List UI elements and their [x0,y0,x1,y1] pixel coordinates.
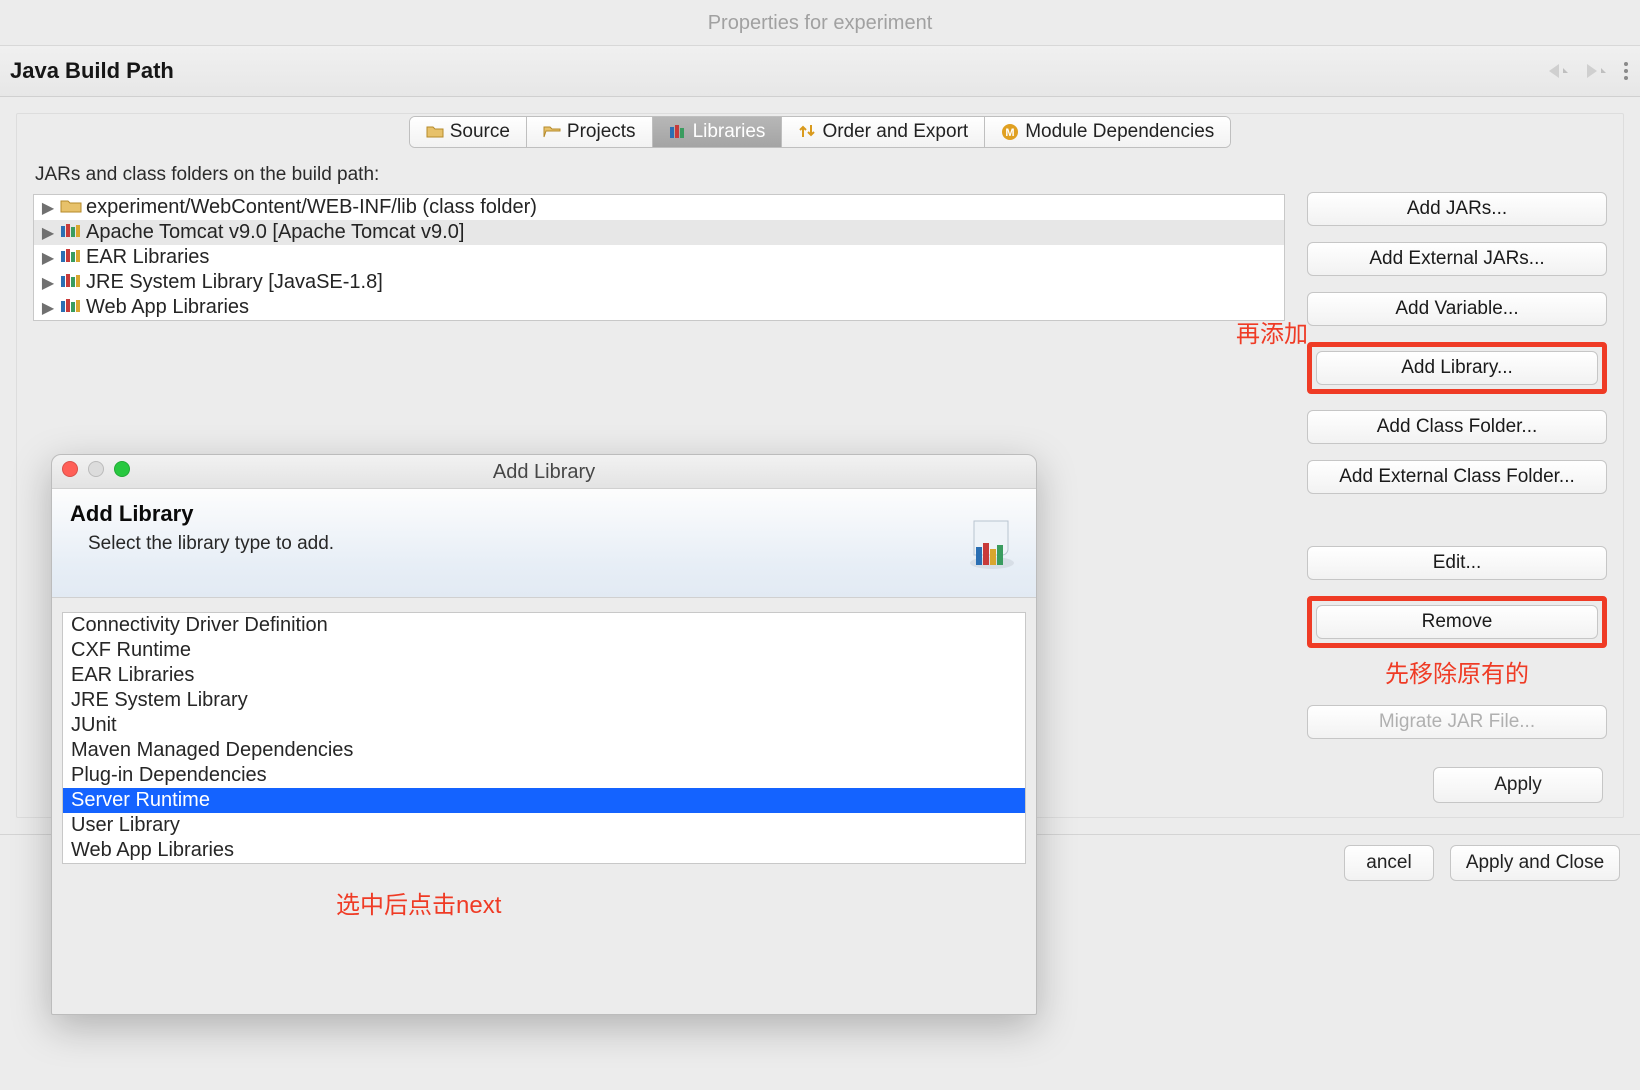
list-item[interactable]: Web App Libraries [63,838,1025,863]
annotation-select-next: 选中后点击next [336,885,501,920]
tree-row-label: EAR Libraries [86,246,209,269]
tab-label: Module Dependencies [1025,121,1214,143]
migrate-jar-button: Migrate JAR File... [1307,705,1607,739]
svg-text:M: M [1006,127,1015,139]
books-icon [669,123,687,141]
build-path-caption: JARs and class folders on the build path… [33,164,1285,186]
list-item[interactable]: JRE System Library [63,688,1025,713]
add-jars-button[interactable]: Add JARs... [1307,192,1607,226]
library-books-icon [60,271,82,294]
tree-row-label: Web App Libraries [86,296,249,319]
tab-label: Projects [567,121,636,143]
window-title: Properties for experiment [0,0,1640,46]
library-books-icon [60,246,82,269]
menu-dots-icon[interactable] [1622,60,1630,82]
sort-arrows-icon [798,123,816,141]
library-books-icon [60,221,82,244]
forward-icon[interactable] [1584,61,1610,81]
tree-row-label: experiment/WebContent/WEB-INF/lib (class… [86,196,537,219]
dialog-heading: Add Library [70,501,334,527]
back-icon[interactable] [1546,61,1572,81]
section-header: Java Build Path [0,46,1640,97]
tabs: Source Projects Libraries Order and Expo… [409,116,1232,148]
right-column: Add JARs... Add External JARs... Add Var… [1307,164,1607,739]
class-folder-icon [60,196,82,219]
tab-module-deps[interactable]: M Module Dependencies [985,117,1230,147]
tree-row[interactable]: ▶ experiment/WebContent/WEB-INF/lib (clas… [34,195,1284,220]
add-class-folder-button[interactable]: Add Class Folder... [1307,410,1607,444]
list-item[interactable]: CXF Runtime [63,638,1025,663]
library-illustration-icon [930,501,1018,573]
main-panel: Source Projects Libraries Order and Expo… [16,113,1624,818]
tab-label: Libraries [693,121,766,143]
dialog-title-text: Add Library [493,461,595,483]
close-icon[interactable] [62,461,78,477]
list-item[interactable]: Plug-in Dependencies [63,763,1025,788]
dialog-header: Add Library Select the library type to a… [52,489,1036,598]
tab-label: Order and Export [822,121,968,143]
disclosure-triangle-icon[interactable]: ▶ [40,248,56,268]
add-external-jars-button[interactable]: Add External JARs... [1307,242,1607,276]
add-library-highlight: Add Library... [1307,342,1607,394]
window-controls [62,461,130,477]
apply-and-close-button[interactable]: Apply and Close [1450,845,1620,881]
add-library-dialog: Add Library Add Library Select the libra… [51,454,1037,1015]
list-item[interactable]: User Library [63,813,1025,838]
tab-source[interactable]: Source [410,117,527,147]
module-icon: M [1001,123,1019,141]
tree-row[interactable]: ▶ EAR Libraries [34,245,1284,270]
list-item[interactable]: JUnit [63,713,1025,738]
remove-button[interactable]: Remove [1316,605,1598,639]
folder-open-icon [543,123,561,141]
annotation-remove-first: 先移除原有的 [1307,654,1607,689]
disclosure-triangle-icon[interactable]: ▶ [40,298,56,318]
library-tree[interactable]: ▶ experiment/WebContent/WEB-INF/lib (clas… [33,194,1285,321]
edit-button[interactable]: Edit... [1307,546,1607,580]
list-item[interactable]: EAR Libraries [63,663,1025,688]
tab-label: Source [450,121,510,143]
add-variable-button[interactable]: Add Variable... [1307,292,1607,326]
zoom-icon[interactable] [114,461,130,477]
add-library-button[interactable]: Add Library... [1316,351,1598,385]
tree-row[interactable]: ▶ JRE System Library [JavaSE-1.8] [34,270,1284,295]
remove-group: Remove 先移除原有的 [1307,596,1607,689]
disclosure-triangle-icon[interactable]: ▶ [40,198,56,218]
disclosure-triangle-icon[interactable]: ▶ [40,223,56,243]
annotation-add-again: 再添加 [1236,314,1308,349]
tree-row-label: Apache Tomcat v9.0 [Apache Tomcat v9.0] [86,221,464,244]
library-type-list[interactable]: Connectivity Driver DefinitionCXF Runtim… [62,612,1026,864]
list-item[interactable]: Connectivity Driver Definition [63,613,1025,638]
tab-projects[interactable]: Projects [527,117,653,147]
remove-highlight: Remove [1307,596,1607,648]
tree-row[interactable]: ▶ Web App Libraries [34,295,1284,320]
dialog-titlebar[interactable]: Add Library [52,455,1036,489]
tab-libraries[interactable]: Libraries [653,117,783,147]
add-external-class-folder-button[interactable]: Add External Class Folder... [1307,460,1607,494]
folder-icon [426,123,444,141]
disclosure-triangle-icon[interactable]: ▶ [40,273,56,293]
minimize-icon [88,461,104,477]
tabs-row: Source Projects Libraries Order and Expo… [17,114,1623,148]
apply-button[interactable]: Apply [1433,767,1603,803]
tree-row-label: JRE System Library [JavaSE-1.8] [86,271,383,294]
tree-row[interactable]: ▶ Apache Tomcat v9.0 [Apache Tomcat v9.0] [34,220,1284,245]
cancel-button[interactable]: ancel [1344,845,1434,881]
list-item[interactable]: Server Runtime [63,788,1025,813]
tab-order-export[interactable]: Order and Export [782,117,985,147]
library-books-icon [60,296,82,319]
dialog-subheading: Select the library type to add. [70,533,334,555]
page-title: Java Build Path [10,58,174,84]
nav-arrows [1546,60,1630,82]
list-item[interactable]: Maven Managed Dependencies [63,738,1025,763]
